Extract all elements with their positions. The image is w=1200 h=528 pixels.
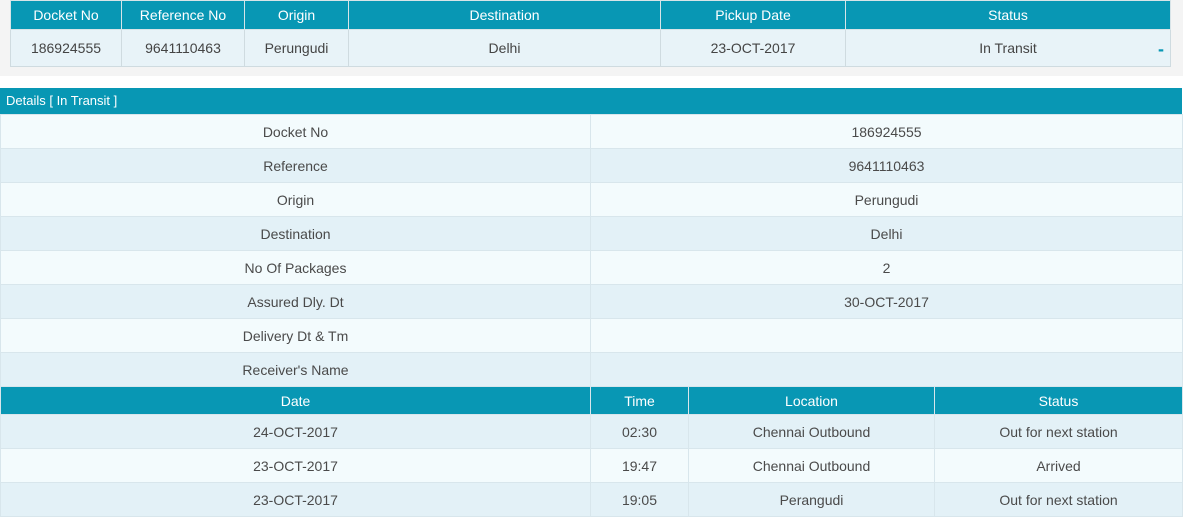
detail-value: 30-OCT-2017 — [589, 284, 1184, 319]
details-header: Details [ In Transit ] — [0, 88, 1182, 114]
summary-origin: Perungudi — [244, 29, 349, 67]
details-table: Docket No 186924555 Reference 9641110463… — [0, 114, 1184, 517]
tracking-col-status: Status — [933, 386, 1184, 415]
detail-row-assured-delivery: Assured Dly. Dt 30-OCT-2017 — [0, 284, 1184, 319]
tracking-time: 19:05 — [590, 482, 689, 517]
tracking-location: Perangudi — [688, 482, 935, 517]
tracking-col-time: Time — [590, 386, 689, 415]
tracking-col-location: Location — [688, 386, 935, 415]
summary-col-status: Status — [845, 0, 1171, 30]
summary-destination: Delhi — [348, 29, 661, 67]
detail-value: 186924555 — [589, 114, 1184, 149]
detail-value — [589, 352, 1184, 387]
summary-col-reference-no: Reference No — [121, 0, 245, 30]
summary-col-pickup-date: Pickup Date — [660, 0, 846, 30]
summary-docket-no: 186924555 — [10, 29, 122, 67]
detail-label: Receiver's Name — [0, 352, 591, 387]
tracking-location: Chennai Outbound — [688, 414, 935, 449]
shipment-summary-panel: Docket No Reference No Origin Destinatio… — [0, 0, 1183, 76]
summary-col-origin: Origin — [244, 0, 349, 30]
detail-value — [589, 318, 1184, 353]
detail-label: Origin — [0, 182, 591, 217]
summary-col-docket-no: Docket No — [10, 0, 122, 30]
tracking-status: Out for next station — [933, 482, 1184, 517]
detail-label: No Of Packages — [0, 250, 591, 285]
detail-value: Delhi — [589, 216, 1184, 251]
summary-status: In Transit — [979, 40, 1037, 56]
detail-label: Assured Dly. Dt — [0, 284, 591, 319]
detail-value: 2 — [589, 250, 1184, 285]
detail-row-docket-no: Docket No 186924555 — [0, 114, 1184, 149]
detail-label: Delivery Dt & Tm — [0, 318, 591, 353]
tracking-date: 23-OCT-2017 — [0, 482, 591, 517]
tracking-header-row: Date Time Location Status — [0, 386, 1184, 415]
tracking-col-date: Date — [0, 386, 591, 415]
summary-status-cell: In Transit - — [845, 29, 1171, 67]
tracking-time: 02:30 — [590, 414, 689, 449]
detail-row-origin: Origin Perungudi — [0, 182, 1184, 217]
summary-header-row: Docket No Reference No Origin Destinatio… — [10, 0, 1171, 30]
tracking-status: Out for next station — [933, 414, 1184, 449]
detail-row-delivery-datetime: Delivery Dt & Tm — [0, 318, 1184, 353]
detail-value: Perungudi — [589, 182, 1184, 217]
collapse-icon[interactable]: - — [1158, 39, 1164, 60]
summary-row[interactable]: 186924555 9641110463 Perungudi Delhi 23-… — [10, 29, 1171, 67]
tracking-row: 24-OCT-2017 02:30 Chennai Outbound Out f… — [0, 414, 1184, 449]
detail-label: Reference — [0, 148, 591, 183]
tracking-date: 23-OCT-2017 — [0, 448, 591, 483]
detail-row-destination: Destination Delhi — [0, 216, 1184, 251]
tracking-date: 24-OCT-2017 — [0, 414, 591, 449]
detail-value: 9641110463 — [589, 148, 1184, 183]
detail-label: Destination — [0, 216, 591, 251]
summary-reference-no: 9641110463 — [121, 29, 245, 67]
summary-col-destination: Destination — [348, 0, 661, 30]
summary-pickup-date: 23-OCT-2017 — [660, 29, 846, 67]
tracking-time: 19:47 — [590, 448, 689, 483]
tracking-status: Arrived — [933, 448, 1184, 483]
tracking-row: 23-OCT-2017 19:47 Chennai Outbound Arriv… — [0, 448, 1184, 483]
detail-row-packages: No Of Packages 2 — [0, 250, 1184, 285]
detail-row-reference: Reference 9641110463 — [0, 148, 1184, 183]
tracking-location: Chennai Outbound — [688, 448, 935, 483]
shipment-summary-table: Docket No Reference No Origin Destinatio… — [10, 0, 1171, 67]
detail-label: Docket No — [0, 114, 591, 149]
detail-row-receiver-name: Receiver's Name — [0, 352, 1184, 387]
tracking-row: 23-OCT-2017 19:05 Perangudi Out for next… — [0, 482, 1184, 517]
